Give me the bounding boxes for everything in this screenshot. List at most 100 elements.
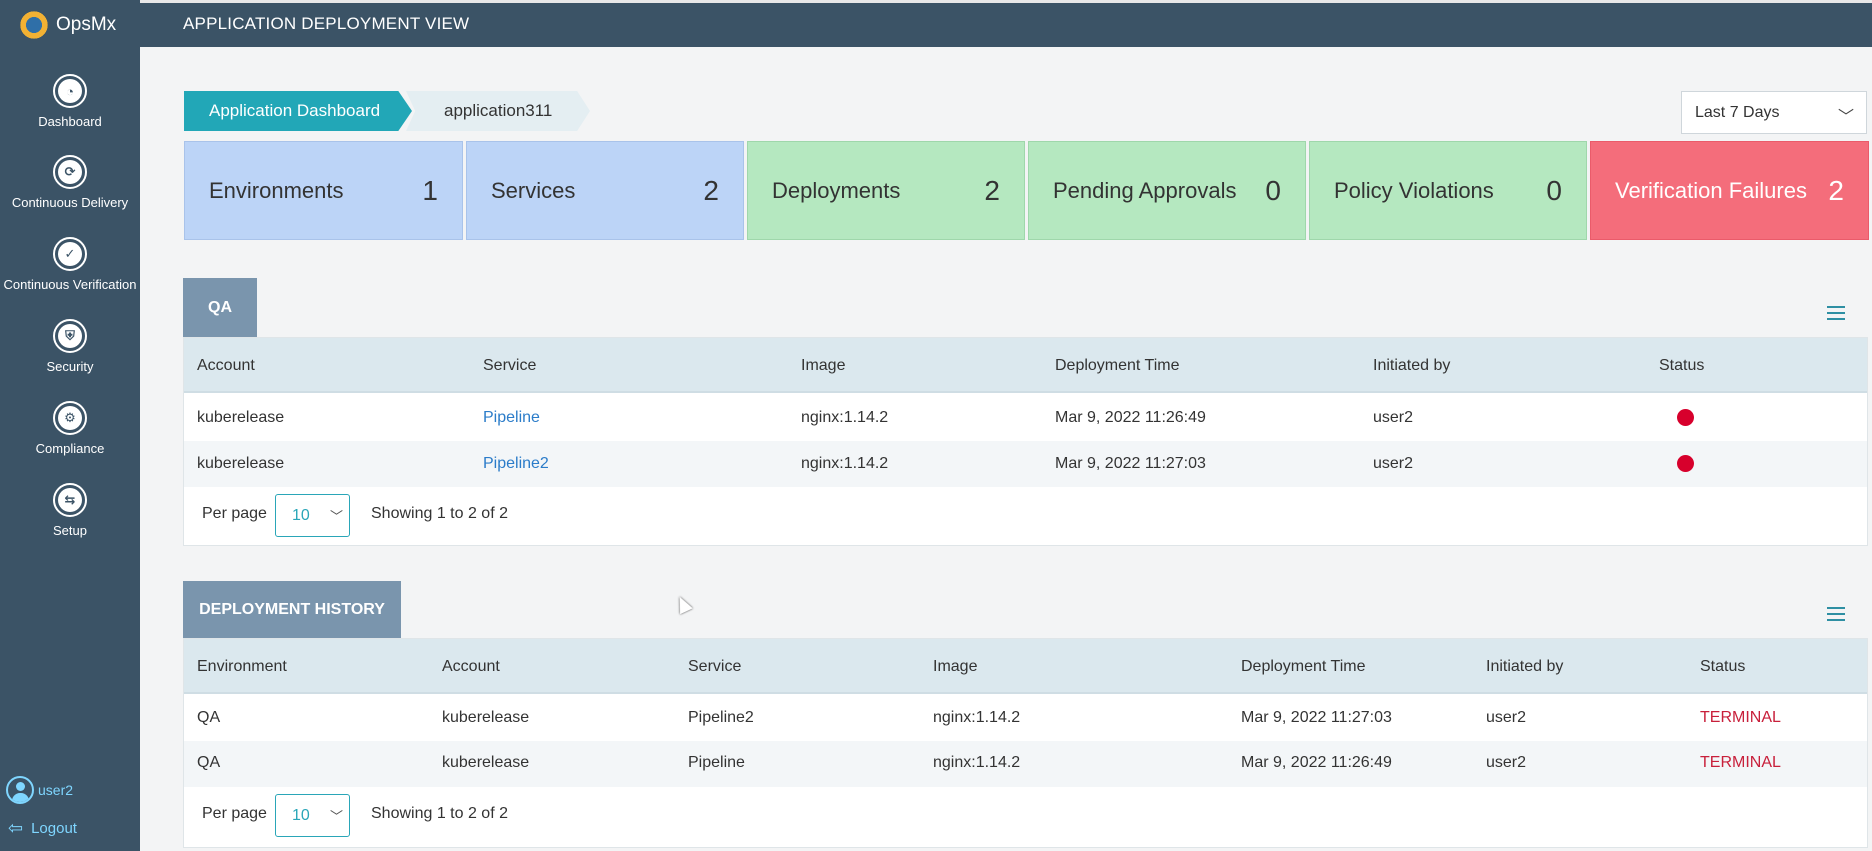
cell-initiated-by: user2 xyxy=(1373,455,1414,472)
sidebar-item-label: Dashboard xyxy=(38,114,102,129)
sidebar-item-setup[interactable]: ⇆ Setup xyxy=(0,483,140,538)
username: user2 xyxy=(38,782,74,798)
pagination-info: Showing 1 to 2 of 2 xyxy=(371,805,508,822)
cell-service: Pipeline2 xyxy=(688,709,754,726)
column-header-initiated-by[interactable]: Initiated by xyxy=(1373,357,1450,375)
cell-account: kuberelease xyxy=(442,709,530,726)
summary-card-services[interactable]: Services 2 xyxy=(466,141,744,240)
status-failed-icon[interactable] xyxy=(1677,409,1694,426)
compliance-icon: ⚙ xyxy=(53,401,87,435)
service-link[interactable]: Pipeline xyxy=(483,409,540,427)
summary-card-verification-failures[interactable]: Verification Failures 2 xyxy=(1590,141,1869,240)
summary-card-pending-approvals[interactable]: Pending Approvals 0 xyxy=(1028,141,1306,240)
continuous-verification-icon: ✓ xyxy=(53,237,87,271)
status-failed-icon[interactable] xyxy=(1677,455,1694,472)
sidebar-item-label: Continuous Verification xyxy=(3,277,137,292)
per-page-select[interactable]: 10 ﹀ xyxy=(275,494,350,537)
summary-card-label: Pending Approvals xyxy=(1053,177,1237,203)
security-icon: ⛨ xyxy=(53,319,87,353)
date-range-value: Last 7 Days xyxy=(1695,103,1780,121)
top-header: APPLICATION DEPLOYMENT VIEW xyxy=(140,0,1872,47)
cell-image: nginx:1.14.2 xyxy=(933,754,1021,771)
status-badge[interactable]: TERMINAL xyxy=(1700,709,1781,727)
chevron-down-icon: ﹀ xyxy=(329,809,343,824)
summary-card-environments[interactable]: Environments 1 xyxy=(184,141,463,240)
sidebar-item-label: Setup xyxy=(53,523,87,538)
sidebar-item-label: Security xyxy=(46,359,94,374)
logout-icon: ⇦ xyxy=(8,818,24,838)
summary-card-deployments[interactable]: Deployments 2 xyxy=(747,141,1025,240)
continuous-delivery-icon: ⟳ xyxy=(53,155,87,189)
chevron-down-icon: ﹀ xyxy=(1837,109,1854,126)
cell-initiated-by: user2 xyxy=(1373,409,1414,426)
table-row[interactable]: QA kuberelease Pipeline2 nginx:1.14.2 Ma… xyxy=(184,695,1867,741)
brand-name: OpsMx xyxy=(56,14,117,35)
tab-deployment-history[interactable]: DEPLOYMENT HISTORY xyxy=(183,581,401,638)
cell-deployment-time: Mar 9, 2022 11:27:03 xyxy=(1055,455,1206,472)
column-header-image[interactable]: Image xyxy=(801,357,845,375)
summary-card-label: Verification Failures xyxy=(1615,177,1807,203)
per-page-select[interactable]: 10 ﹀ xyxy=(275,794,350,837)
dashboard-icon: ◔ xyxy=(53,74,87,108)
breadcrumb-application-dashboard[interactable]: Application Dashboard xyxy=(184,91,412,131)
logout-button[interactable]: ⇦ Logout xyxy=(8,818,77,839)
sidebar: OpsMx ◔ Dashboard ⟳ Continuous Delivery … xyxy=(0,0,140,851)
cell-image: nginx:1.14.2 xyxy=(801,409,889,426)
qa-menu-icon[interactable] xyxy=(1827,306,1845,320)
column-header-account[interactable]: Account xyxy=(442,658,500,676)
qa-deployments-table: Account Service Image Deployment Time In… xyxy=(183,337,1868,546)
summary-card-count: 0 xyxy=(1265,174,1281,206)
brand[interactable]: OpsMx xyxy=(0,0,140,50)
column-header-status[interactable]: Status xyxy=(1659,357,1704,375)
table-header: Account Service Image Deployment Time In… xyxy=(184,338,1867,393)
sidebar-item-dashboard[interactable]: ◔ Dashboard xyxy=(0,74,140,129)
summary-card-policy-violations[interactable]: Policy Violations 0 xyxy=(1309,141,1587,240)
cell-initiated-by: user2 xyxy=(1486,754,1527,771)
column-header-deployment-time[interactable]: Deployment Time xyxy=(1055,357,1180,375)
date-range-select[interactable]: Last 7 Days ﹀ xyxy=(1681,91,1867,134)
summary-card-label: Deployments xyxy=(772,177,901,203)
deployment-history-table: Environment Account Service Image Deploy… xyxy=(183,638,1868,848)
summary-card-count: 2 xyxy=(703,174,719,206)
per-page-value: 10 xyxy=(292,506,310,524)
cell-account: kuberelease xyxy=(442,754,530,771)
per-page-label: Per page xyxy=(202,505,267,522)
table-header: Environment Account Service Image Deploy… xyxy=(184,639,1867,694)
service-link[interactable]: Pipeline2 xyxy=(483,455,549,473)
column-header-deployment-time[interactable]: Deployment Time xyxy=(1241,658,1366,676)
column-header-image[interactable]: Image xyxy=(933,658,977,676)
sidebar-item-security[interactable]: ⛨ Security xyxy=(0,319,140,374)
cell-initiated-by: user2 xyxy=(1486,709,1527,726)
table-row[interactable]: QA kuberelease Pipeline nginx:1.14.2 Mar… xyxy=(184,741,1867,787)
sidebar-item-label: Compliance xyxy=(35,441,105,456)
history-menu-icon[interactable] xyxy=(1827,607,1845,621)
table-row[interactable]: kuberelease Pipeline nginx:1.14.2 Mar 9,… xyxy=(184,395,1867,441)
sidebar-item-compliance[interactable]: ⚙ Compliance xyxy=(0,401,140,456)
cell-service: Pipeline xyxy=(688,754,745,771)
column-header-environment[interactable]: Environment xyxy=(197,658,287,676)
summary-card-label: Environments xyxy=(209,177,344,203)
column-header-service[interactable]: Service xyxy=(688,658,741,676)
summary-card-count: 1 xyxy=(422,174,438,206)
column-header-service[interactable]: Service xyxy=(483,357,536,375)
tab-qa[interactable]: QA xyxy=(183,278,257,337)
summary-card-count: 2 xyxy=(1828,174,1844,206)
table-row[interactable]: kuberelease Pipeline2 nginx:1.14.2 Mar 9… xyxy=(184,441,1867,487)
sidebar-item-continuous-delivery[interactable]: ⟳ Continuous Delivery xyxy=(0,155,140,210)
mouse-cursor-icon xyxy=(673,593,693,615)
chevron-down-icon: ﹀ xyxy=(329,509,343,524)
summary-card-count: 0 xyxy=(1546,174,1562,206)
column-header-initiated-by[interactable]: Initiated by xyxy=(1486,658,1563,676)
cell-deployment-time: Mar 9, 2022 11:26:49 xyxy=(1055,409,1206,426)
sidebar-item-continuous-verification[interactable]: ✓ Continuous Verification xyxy=(0,237,140,292)
sidebar-item-label: Continuous Delivery xyxy=(11,195,129,210)
status-badge[interactable]: TERMINAL xyxy=(1700,754,1781,772)
cell-deployment-time: Mar 9, 2022 11:27:03 xyxy=(1241,709,1392,726)
column-header-status[interactable]: Status xyxy=(1700,658,1745,676)
page-title: APPLICATION DEPLOYMENT VIEW xyxy=(183,14,470,33)
summary-card-label: Policy Violations xyxy=(1334,177,1494,203)
user-menu[interactable]: user2 xyxy=(6,776,73,804)
per-page-label: Per page xyxy=(202,805,267,822)
cell-account: kuberelease xyxy=(197,455,285,472)
column-header-account[interactable]: Account xyxy=(197,357,255,375)
